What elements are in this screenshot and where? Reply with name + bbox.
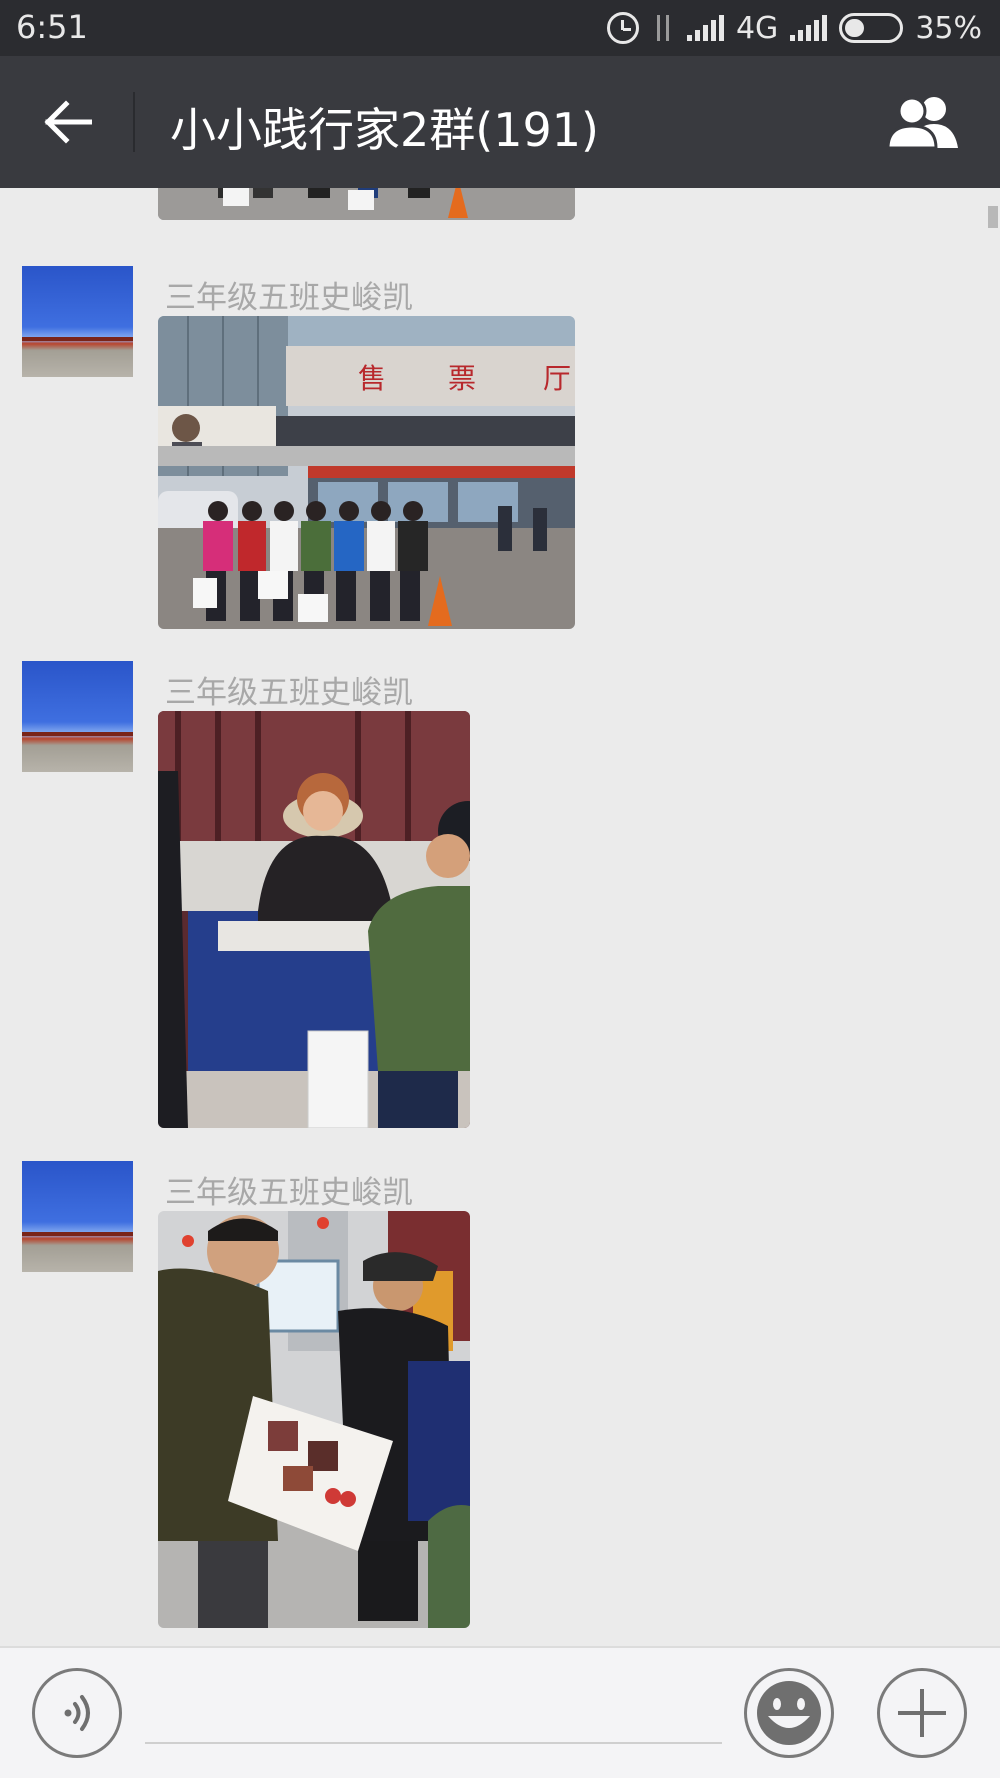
status-icons: 4G 35% <box>606 8 982 48</box>
sender-name: 三年级五班史峻凯 <box>165 280 413 316</box>
voice-icon <box>64 1695 90 1731</box>
emoji-icon <box>757 1681 821 1745</box>
message-image[interactable]: 售 票 厅 <box>158 316 575 629</box>
network-type: 4G <box>735 10 779 46</box>
message-image[interactable] <box>158 1211 470 1628</box>
signal-icon <box>686 15 724 41</box>
status-bar: 6:51 4G 35% <box>0 0 1000 56</box>
voice-button[interactable] <box>32 1668 122 1758</box>
data-transfer-icon <box>651 13 675 43</box>
group-members-button[interactable] <box>884 90 964 154</box>
scrollbar-thumb[interactable] <box>988 206 998 228</box>
battery-icon <box>839 13 904 43</box>
status-time: 6:51 <box>16 8 88 46</box>
message-image[interactable] <box>158 711 470 1128</box>
sender-avatar[interactable] <box>22 266 133 377</box>
signal-icon-2 <box>790 15 828 41</box>
sender-name: 三年级五班史峻凯 <box>165 1175 413 1211</box>
sender-name: 三年级五班史峻凯 <box>165 675 413 711</box>
svg-text:票: 票 <box>448 362 476 395</box>
plus-icon <box>898 1689 946 1737</box>
svg-text:售: 售 <box>358 362 386 395</box>
input-bar <box>0 1646 1000 1778</box>
message-image[interactable] <box>158 188 575 220</box>
battery-percent: 35% <box>915 10 982 46</box>
message-input[interactable] <box>145 1684 722 1744</box>
arrow-left-icon <box>44 100 92 144</box>
more-button[interactable] <box>877 1668 967 1758</box>
chat-header: 小小践行家2群(191) <box>0 56 1000 188</box>
chat-message-list[interactable]: 三年级五班史峻凯 售 票 厅 三年级五班史峻凯 三年级五班史峻凯 <box>0 188 1000 1646</box>
header-divider <box>133 92 135 152</box>
svg-text:厅: 厅 <box>543 362 571 395</box>
back-button[interactable] <box>30 90 106 154</box>
chat-title: 小小践行家2群(191) <box>170 103 599 157</box>
emoji-button[interactable] <box>744 1668 834 1758</box>
sender-avatar[interactable] <box>22 661 133 772</box>
alarm-icon <box>606 12 639 44</box>
sender-avatar[interactable] <box>22 1161 133 1272</box>
group-members-icon <box>886 96 958 150</box>
